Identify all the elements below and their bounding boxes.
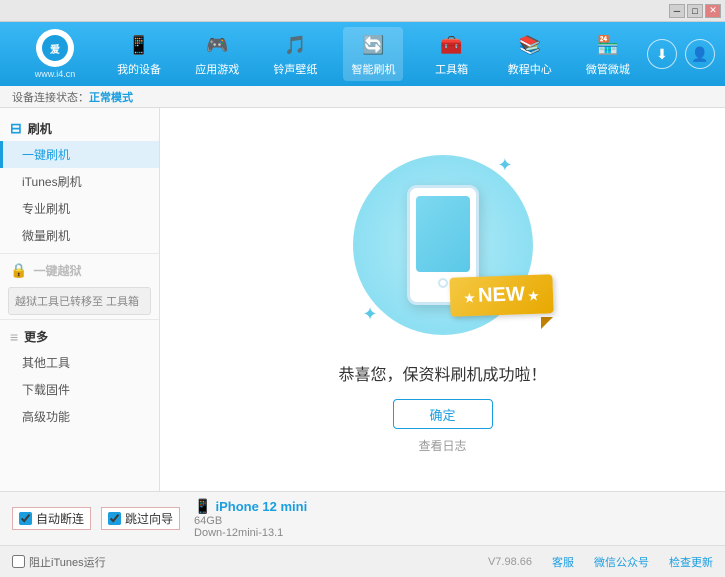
wechat-link[interactable]: 微信公众号 xyxy=(594,554,649,570)
other-tools-label: 其他工具 xyxy=(22,356,70,370)
jailbreak-icon: 🔒 xyxy=(10,262,27,279)
nav-toolbox-label: 工具箱 xyxy=(435,61,468,77)
nav-mall-label: 微管微城 xyxy=(586,61,630,77)
check-update-link[interactable]: 检查更新 xyxy=(669,554,713,570)
status-label: 设备连接状态： xyxy=(12,89,89,105)
micro-flash-label: 微量刷机 xyxy=(22,229,70,243)
footer-left: 阻止iTunes运行 xyxy=(12,554,488,570)
smart-icon: 🔄 xyxy=(359,31,387,59)
ribbon-tail xyxy=(541,317,553,329)
sidebar-download-firmware[interactable]: 下载固件 xyxy=(0,376,159,403)
skip-wizard-input[interactable] xyxy=(108,512,121,525)
tutorial-icon: 📚 xyxy=(516,31,544,59)
version-label: V7.98.66 xyxy=(488,556,532,568)
sidebar-other-tools[interactable]: 其他工具 xyxy=(0,349,159,376)
pro-flash-label: 专业刷机 xyxy=(22,202,70,216)
title-bar: ─ □ ✕ xyxy=(0,0,725,22)
more-section-title: ≡ 更多 xyxy=(0,324,159,349)
flash-section-title: ⊟ 刷机 xyxy=(0,116,159,141)
device-storage: 64GB xyxy=(194,515,307,527)
header: 爱 www.i4.cn 📱 我的设备 🎮 应用游戏 🎵 铃声壁纸 🔄 智能刷机 … xyxy=(0,22,725,86)
logo-icon: 爱 xyxy=(42,35,68,61)
jailbreak-warning-text: 越狱工具已转移至 工具箱 xyxy=(15,296,139,308)
sidebar-itunes-flash[interactable]: iTunes刷机 xyxy=(0,168,159,195)
main-area: ⊟ 刷机 一键刷机 iTunes刷机 专业刷机 微量刷机 🔒 一键越狱 越狱工具… xyxy=(0,108,725,491)
sidebar-divider-1 xyxy=(0,253,159,254)
confirm-button[interactable]: 确定 xyxy=(393,399,493,429)
status-value: 正常模式 xyxy=(89,89,133,105)
logo-area: 爱 www.i4.cn xyxy=(10,29,100,79)
success-message: 恭喜您，保资料刷机成功啦！ xyxy=(338,361,546,385)
itunes-flash-label: iTunes刷机 xyxy=(22,175,82,189)
daily-log-link[interactable]: 查看日志 xyxy=(418,437,466,454)
flash-section-label: 刷机 xyxy=(28,120,52,137)
sidebar-divider-2 xyxy=(0,319,159,320)
nav-items: 📱 我的设备 🎮 应用游戏 🎵 铃声壁纸 🔄 智能刷机 🧰 工具箱 📚 教程中心… xyxy=(100,27,647,81)
service-link[interactable]: 客服 xyxy=(552,554,574,570)
sidebar-one-click-flash[interactable]: 一键刷机 xyxy=(0,141,159,168)
nav-ringtones[interactable]: 🎵 铃声壁纸 xyxy=(265,27,325,81)
device-firmware: Down-12mini-13.1 xyxy=(194,527,307,539)
nav-tutorial-label: 教程中心 xyxy=(508,61,552,77)
ringtone-icon: 🎵 xyxy=(281,31,309,59)
more-section-label: 更多 xyxy=(24,328,48,345)
bottom-panel: 自动断连 跳过向导 📱 iPhone 12 mini 64GB Down-12m… xyxy=(0,491,725,545)
download-firmware-label: 下载固件 xyxy=(22,383,70,397)
minimize-button[interactable]: ─ xyxy=(669,4,685,18)
auto-disconnect-input[interactable] xyxy=(19,512,32,525)
sidebar-advanced[interactable]: 高级功能 xyxy=(0,403,159,430)
maximize-button[interactable]: □ xyxy=(687,4,703,18)
logo-circle: 爱 xyxy=(36,29,74,67)
phone-screen xyxy=(416,196,470,272)
device-name: iPhone 12 mini xyxy=(215,499,307,514)
header-right: ⬇ 👤 xyxy=(647,39,715,69)
device-info: 📱 iPhone 12 mini 64GB Down-12mini-13.1 xyxy=(194,498,307,539)
nav-smart-shop[interactable]: 🔄 智能刷机 xyxy=(343,27,403,81)
advanced-label: 高级功能 xyxy=(22,410,70,424)
more-icon: ≡ xyxy=(10,329,18,345)
nav-ringtone-label: 铃声壁纸 xyxy=(273,61,317,77)
toolbox-icon: 🧰 xyxy=(438,31,466,59)
nav-apps-label: 应用游戏 xyxy=(195,61,239,77)
phone-illustration: ✦ ✦ NEW xyxy=(343,145,543,345)
apps-icon: 🎮 xyxy=(203,31,231,59)
status-bar: 设备连接状态： 正常模式 xyxy=(0,86,725,108)
jailbreak-section-label: 一键越狱 xyxy=(33,262,81,279)
auto-disconnect-label: 自动断连 xyxy=(36,510,84,527)
flash-icon: ⊟ xyxy=(10,120,22,137)
nav-tutorial[interactable]: 📚 教程中心 xyxy=(500,27,560,81)
one-click-flash-label: 一键刷机 xyxy=(22,148,70,162)
user-button[interactable]: 👤 xyxy=(685,39,715,69)
nav-my-device[interactable]: 📱 我的设备 xyxy=(109,27,169,81)
phone-button xyxy=(438,278,448,288)
skip-wizard-label: 跳过向导 xyxy=(125,510,173,527)
skip-wizard-checkbox[interactable]: 跳过向导 xyxy=(101,507,180,530)
nav-toolbox[interactable]: 🧰 工具箱 xyxy=(422,27,482,81)
phone-icon: 📱 xyxy=(194,498,211,515)
close-button[interactable]: ✕ xyxy=(705,4,721,18)
nav-apps-games[interactable]: 🎮 应用游戏 xyxy=(187,27,247,81)
sparkle-2: ✦ xyxy=(363,304,378,325)
content-area: ✦ ✦ NEW 恭喜您，保资料刷机成功啦！ 确定 查看日志 xyxy=(160,108,725,491)
download-button[interactable]: ⬇ xyxy=(647,39,677,69)
nav-smart-label: 智能刷机 xyxy=(351,61,395,77)
logo-text: www.i4.cn xyxy=(35,69,76,79)
device-icon: 📱 xyxy=(125,31,153,59)
sidebar-micro-flash[interactable]: 微量刷机 xyxy=(0,222,159,249)
auto-disconnect-checkbox[interactable]: 自动断连 xyxy=(12,507,91,530)
footer: 阻止iTunes运行 V7.98.66 客服 微信公众号 检查更新 xyxy=(0,545,725,577)
sidebar-pro-flash[interactable]: 专业刷机 xyxy=(0,195,159,222)
jailbreak-section-title: 🔒 一键越狱 xyxy=(0,258,159,283)
nav-mall[interactable]: 🏪 微管微城 xyxy=(578,27,638,81)
block-itunes-label: 阻止iTunes运行 xyxy=(29,554,106,570)
new-badge: NEW xyxy=(449,274,553,317)
sparkle-1: ✦ xyxy=(497,155,512,176)
nav-my-device-label: 我的设备 xyxy=(117,61,161,77)
jailbreak-warning: 越狱工具已转移至 工具箱 xyxy=(8,287,151,315)
mall-icon: 🏪 xyxy=(594,31,622,59)
footer-right: V7.98.66 客服 微信公众号 检查更新 xyxy=(488,554,713,570)
block-itunes-checkbox[interactable] xyxy=(12,555,25,568)
sidebar: ⊟ 刷机 一键刷机 iTunes刷机 专业刷机 微量刷机 🔒 一键越狱 越狱工具… xyxy=(0,108,160,491)
